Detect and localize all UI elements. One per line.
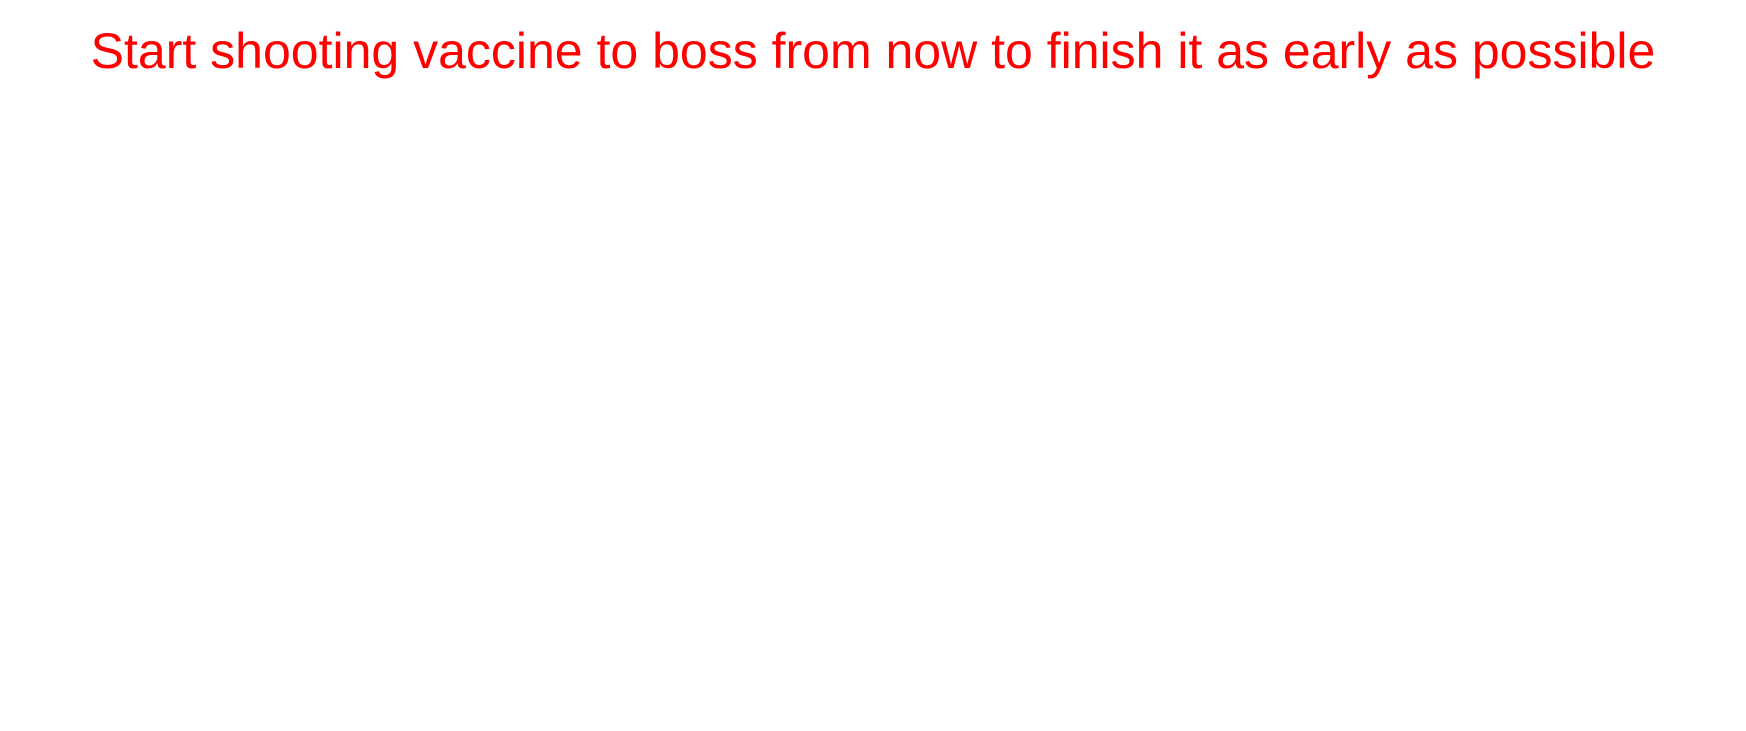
play-area[interactable] [0,100,1746,731]
game-screen: Start shooting vaccine to boss from now … [0,0,1746,731]
instruction-text: Start shooting vaccine to boss from now … [90,23,1656,79]
